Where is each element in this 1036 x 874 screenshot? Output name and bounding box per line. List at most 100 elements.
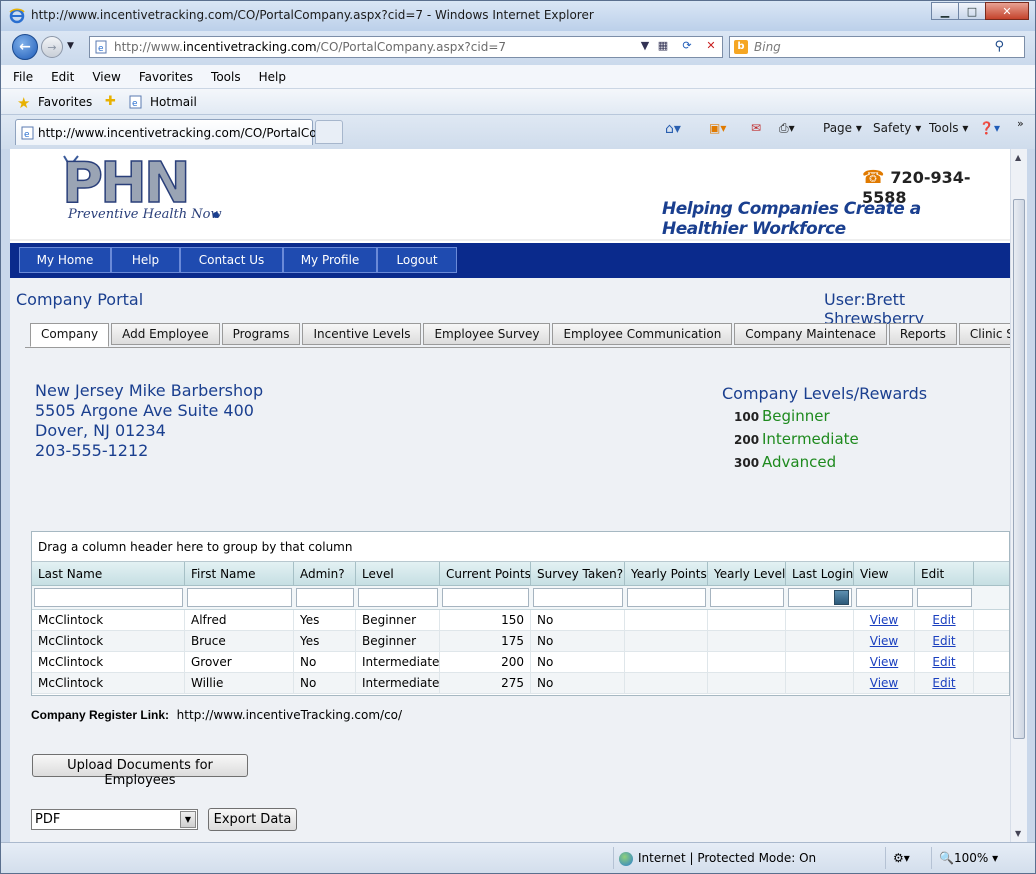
cell-points: 175 [440,631,531,651]
tab-employee-survey[interactable]: Employee Survey [423,323,551,345]
edit-link[interactable]: Edit [915,652,974,672]
filter-edit[interactable] [917,588,972,607]
nav-contact-us[interactable]: Contact Us [180,247,283,273]
search-icon[interactable]: ⚲ [994,39,1004,54]
view-link[interactable]: View [854,673,915,693]
address-dropdown-icon[interactable]: ▼ [636,39,654,55]
tab-add-employee[interactable]: Add Employee [111,323,220,345]
upload-documents-button[interactable]: Upload Documents for Employees [32,754,248,788]
page-menu[interactable]: Page ▾ [823,121,862,135]
nav-help[interactable]: Help [111,247,180,273]
cell-level: Beginner [356,631,440,651]
tab-clinic-signups[interactable]: Clinic Signups [958,323,1010,345]
security-zone[interactable]: Internet | Protected Mode: On [619,851,816,866]
back-button[interactable]: ← [12,34,38,60]
col-current-points[interactable]: Current Points [440,562,531,585]
col-yearly-level[interactable]: Yearly Level [708,562,786,585]
filter-view[interactable] [856,588,913,607]
help-icon[interactable]: ❓▾ [979,121,1000,135]
filter-yearly-points[interactable] [627,588,706,607]
col-edit[interactable]: Edit [915,562,974,585]
export-data-button[interactable]: Export Data [208,808,297,831]
phn-logo: PHN Preventive Health Now [61,154,221,222]
col-survey-taken[interactable]: Survey Taken? [531,562,625,585]
scroll-up-icon[interactable]: ▲ [1015,153,1021,162]
export-format-value: PDF [35,812,61,827]
search-box[interactable]: b Bing ⚲ [729,36,1025,58]
scroll-down-icon[interactable]: ▼ [1015,829,1021,838]
close-button[interactable]: ✕ [985,2,1029,20]
edit-link[interactable]: Edit [915,610,974,630]
minimize-button[interactable]: ▁ [931,2,959,20]
history-dropdown-icon[interactable]: ▼ [67,41,74,51]
protected-mode-icon[interactable]: ⚙▾ [893,851,910,865]
nav-logout[interactable]: Logout [377,247,457,273]
col-last-name[interactable]: Last Name [32,562,185,585]
menu-tools[interactable]: Tools [199,65,247,84]
filter-last-name[interactable] [34,588,183,607]
filter-admin[interactable] [296,588,354,607]
favorites-button[interactable]: Favorites [38,95,92,109]
menu-file[interactable]: File [1,65,39,84]
cell-yearly-level [708,652,786,672]
view-link[interactable]: View [854,652,915,672]
tools-menu[interactable]: Tools ▾ [929,121,968,135]
browser-tab[interactable]: e http://www.incentivetracking.com/CO/Po… [15,119,328,145]
zoom-control[interactable]: 🔍100% ▾ [939,851,998,865]
menu-view[interactable]: View [80,65,126,84]
chevron-down-icon[interactable]: ▼ [180,811,196,828]
svg-text:e: e [24,130,30,140]
scroll-thumb[interactable] [1013,199,1025,739]
menu-help[interactable]: Help [247,65,292,84]
nav-my-profile[interactable]: My Profile [283,247,377,273]
add-favorite-icon[interactable]: ✚ [105,94,116,109]
col-yearly-points[interactable]: Yearly Points [625,562,708,585]
chevron-more-icon[interactable]: » [1017,117,1024,130]
home-icon[interactable]: ⌂▾ [665,121,681,137]
menu-edit[interactable]: Edit [39,65,80,84]
tab-reports[interactable]: Reports [888,323,957,345]
edit-link[interactable]: Edit [915,673,974,693]
maximize-button[interactable]: □ [958,2,986,20]
stop-icon[interactable]: ✕ [702,39,720,55]
col-first-name[interactable]: First Name [185,562,294,585]
view-link[interactable]: View [854,631,915,651]
filter-yearly-level[interactable] [710,588,784,607]
new-tab-button[interactable] [315,120,343,144]
group-by-area[interactable]: Drag a column header here to group by th… [32,532,1009,562]
vertical-scrollbar[interactable]: ▲ ▼ [1010,149,1027,842]
export-format-select[interactable]: PDF ▼ [31,809,198,830]
print-icon[interactable]: ⎙▾ [779,121,795,136]
tab-company-maintenance[interactable]: Company Maintenace [734,323,887,345]
safety-menu[interactable]: Safety ▾ [873,121,921,135]
filter-first-name[interactable] [187,588,292,607]
feeds-icon[interactable]: ▣▾ [709,121,726,135]
hotmail-link[interactable]: Hotmail [150,95,197,109]
compatibility-view-icon[interactable]: ▦ [654,39,672,55]
address-bar[interactable]: e http://www.incentivetracking.com/CO/Po… [89,36,723,58]
mail-icon[interactable]: ✉ [751,121,761,135]
window-title: http://www.incentivetracking.com/CO/Port… [31,8,594,22]
minimize-icon: ▁ [940,4,950,18]
view-link[interactable]: View [854,610,915,630]
filter-level[interactable] [358,588,438,607]
col-last-login[interactable]: Last Login [786,562,854,585]
col-level[interactable]: Level [356,562,440,585]
favorites-star-icon[interactable]: ★ [17,94,30,112]
calendar-icon[interactable] [834,590,849,605]
cell-points: 200 [440,652,531,672]
nav-my-home[interactable]: My Home [19,247,111,273]
cell-last-name: McClintock [32,610,185,630]
col-view[interactable]: View [854,562,915,585]
tab-employee-communication[interactable]: Employee Communication [552,323,733,345]
tab-programs[interactable]: Programs [221,323,301,345]
col-admin[interactable]: Admin? [294,562,356,585]
filter-current-points[interactable] [442,588,529,607]
forward-button[interactable]: → [41,36,63,58]
refresh-icon[interactable]: ⟳ [678,39,696,55]
filter-survey-taken[interactable] [533,588,623,607]
menu-favorites[interactable]: Favorites [127,65,199,84]
tab-incentive-levels[interactable]: Incentive Levels [302,323,422,345]
edit-link[interactable]: Edit [915,631,974,651]
tab-company[interactable]: Company [30,323,110,347]
